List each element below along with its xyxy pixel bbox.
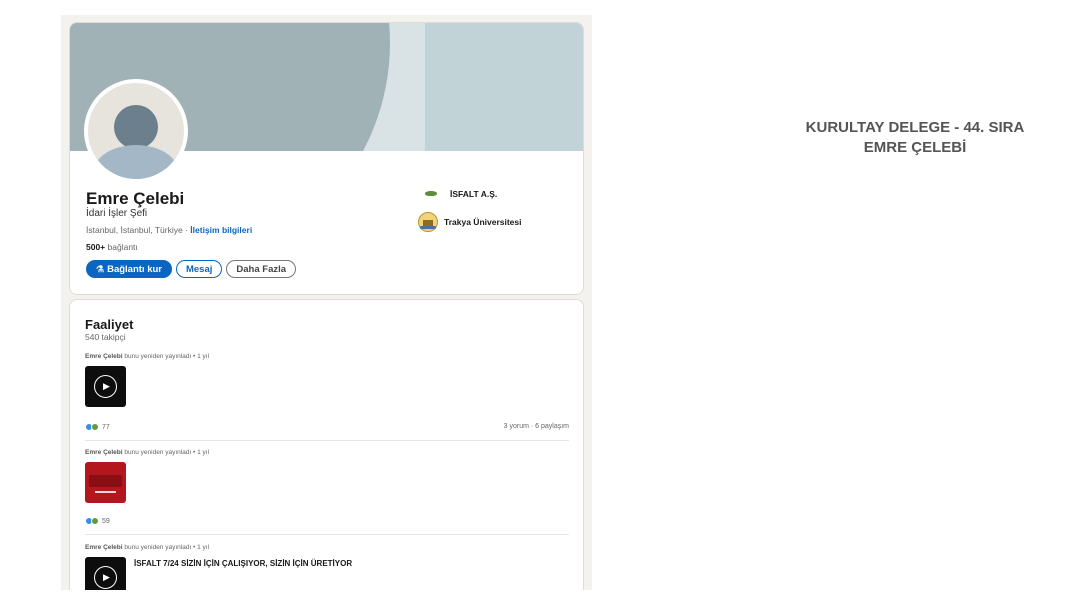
profile-name: Emre Çelebi xyxy=(86,189,185,208)
caption-line-2: EMRE ÇELEBİ xyxy=(863,139,967,156)
post-reactions[interactable]: 77 xyxy=(85,423,110,431)
profile-actions: ⚗ Bağlantı kur Mesaj Daha Fazla xyxy=(86,260,297,278)
reaction-count: 77 xyxy=(102,423,110,431)
org-isfalt[interactable]: İSFALT A.Ş. xyxy=(422,189,497,199)
post-author[interactable]: Emre Çelebi xyxy=(85,544,123,551)
profile-headline: İdari İşler Şefi xyxy=(86,208,148,219)
message-button[interactable]: Mesaj xyxy=(175,260,223,278)
connections-number: 500+ xyxy=(86,242,106,252)
post-stats[interactable]: 3 yorum · 6 paylaşım xyxy=(504,423,569,430)
post-title[interactable]: İSFALT 7/24 SİZİN İÇİN ÇALIŞIYOR, SİZİN … xyxy=(134,559,352,568)
post-meta-text: bunu yeniden yayınladı • 1 yıl xyxy=(124,544,210,551)
delegate-caption: KURULTAY DELEGE - 44. SIRA EMRE ÇELEBİ xyxy=(745,118,1085,158)
post-author[interactable]: Emre Çelebi xyxy=(85,353,123,360)
activity-card: Faaliyet 540 takipçi Emre Çelebi bunu ye… xyxy=(69,299,584,590)
linkedin-profile-screenshot: Emre Çelebi İdari İşler Şefi İstanbul, İ… xyxy=(61,15,592,590)
isfalt-logo-icon xyxy=(422,189,440,199)
celebrate-reaction-icon xyxy=(91,517,99,525)
avatar[interactable] xyxy=(84,79,188,183)
more-button[interactable]: Daha Fazla xyxy=(226,260,297,278)
post-divider xyxy=(85,440,569,441)
org-name: İSFALT A.Ş. xyxy=(450,189,498,199)
post-author[interactable]: Emre Çelebi xyxy=(85,449,123,456)
connect-button-label: Bağlantı kur xyxy=(107,263,162,275)
more-button-label: Daha Fazla xyxy=(236,263,287,275)
post-thumbnail[interactable] xyxy=(85,462,126,503)
connect-button[interactable]: ⚗ Bağlantı kur xyxy=(86,260,172,278)
post-divider xyxy=(85,534,569,535)
profile-location: İstanbul, İstanbul, Türkiye · İletişim b… xyxy=(86,225,252,235)
location-text: İstanbul, İstanbul, Türkiye xyxy=(86,225,183,235)
post-thumbnail[interactable]: ▶ xyxy=(85,557,126,590)
org-name: Trakya Üniversitesi xyxy=(444,217,522,227)
post-reactions[interactable]: 59 xyxy=(85,517,110,525)
post-meta: Emre Çelebi bunu yeniden yayınladı • 1 y… xyxy=(85,353,569,360)
play-icon: ▶ xyxy=(94,566,117,589)
reaction-count: 59 xyxy=(102,517,110,525)
profile-card: Emre Çelebi İdari İşler Şefi İstanbul, İ… xyxy=(69,22,584,295)
trakya-university-logo-icon xyxy=(418,212,438,232)
connections-label: bağlantı xyxy=(107,242,138,252)
caption-line-1: KURULTAY DELEGE - 44. SIRA xyxy=(805,119,1025,136)
add-person-icon: ⚗ xyxy=(96,263,105,274)
post-meta-text: bunu yeniden yayınladı • 1 yıl xyxy=(124,449,210,456)
contact-info-link[interactable]: İletişim bilgileri xyxy=(190,225,252,235)
activity-post[interactable]: Emre Çelebi bunu yeniden yayınladı • 1 y… xyxy=(85,449,569,535)
post-meta: Emre Çelebi bunu yeniden yayınladı • 1 y… xyxy=(85,544,569,551)
followers-count: 540 takipçi xyxy=(85,332,126,342)
activity-post[interactable]: Emre Çelebi bunu yeniden yayınladı • 1 y… xyxy=(85,544,569,590)
location-separator: · xyxy=(185,225,188,235)
celebrate-reaction-icon xyxy=(91,423,99,431)
org-trakya[interactable]: Trakya Üniversitesi xyxy=(418,212,522,232)
post-meta: Emre Çelebi bunu yeniden yayınladı • 1 y… xyxy=(85,449,569,456)
message-button-label: Mesaj xyxy=(185,263,213,275)
post-thumbnail[interactable]: ▶ xyxy=(85,366,126,407)
activity-title: Faaliyet xyxy=(85,317,134,332)
play-icon: ▶ xyxy=(94,375,117,398)
post-meta-text: bunu yeniden yayınladı • 1 yıl xyxy=(124,353,210,360)
connections-count: 500+ bağlantı xyxy=(86,242,138,252)
default-avatar-icon xyxy=(88,83,184,179)
activity-post[interactable]: Emre Çelebi bunu yeniden yayınladı • 1 y… xyxy=(85,353,569,441)
